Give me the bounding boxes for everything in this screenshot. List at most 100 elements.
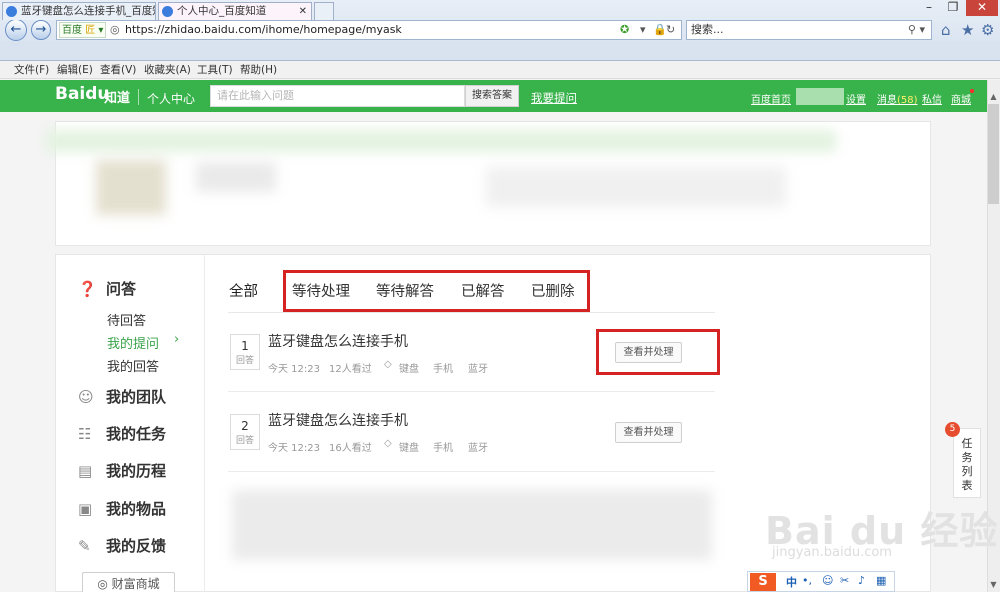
menu-edit[interactable]: 编辑(E) bbox=[57, 61, 93, 79]
skin-icon[interactable]: ✂ bbox=[840, 574, 849, 587]
wealth-mall-label: 财富商城 bbox=[111, 577, 160, 591]
sidebar-item-feedback[interactable]: ✎ 我的反馈 bbox=[78, 535, 166, 556]
address-brand[interactable]: 百度 匠 ▾ bbox=[59, 22, 107, 38]
menu-view[interactable]: 查看(V) bbox=[100, 61, 136, 79]
question-title[interactable]: 蓝牙键盘怎么连接手机 bbox=[268, 410, 408, 430]
baidu-logo[interactable]: Baidu bbox=[55, 84, 110, 104]
question-time: 今天 12:23 bbox=[268, 443, 320, 454]
minimize-button[interactable]: – bbox=[918, 0, 940, 16]
question-icon: ❓ bbox=[78, 280, 97, 298]
question-time: 今天 12:23 bbox=[268, 364, 320, 375]
zhidao-logo[interactable]: 知道 bbox=[104, 87, 130, 106]
question-tag[interactable]: 蓝牙 bbox=[468, 360, 488, 375]
scroll-up-icon[interactable]: ▲ bbox=[987, 90, 1000, 103]
row-divider bbox=[228, 471, 715, 472]
search-icon[interactable]: ⚲ ▾ bbox=[908, 21, 925, 39]
sidebar-item-label: 我的任务 bbox=[106, 425, 167, 443]
answer-count-box: 1 回答 bbox=[230, 334, 260, 370]
new-tab-button[interactable] bbox=[314, 2, 334, 20]
scrollbar-thumb[interactable] bbox=[988, 104, 999, 204]
sidebar-item-my-answers[interactable]: 我的回答 bbox=[107, 356, 159, 375]
profile-stats-blur bbox=[486, 167, 786, 207]
menu-tools[interactable]: 工具(T) bbox=[197, 61, 233, 79]
compat-icon[interactable]: ✪ bbox=[620, 21, 629, 39]
dropdown-icon[interactable]: ▾ bbox=[640, 21, 646, 39]
tab-all[interactable]: 全部 bbox=[229, 280, 258, 301]
sidebar-item-team[interactable]: ☺ 我的团队 bbox=[78, 386, 166, 407]
baidu-home-link[interactable]: 百度首页 bbox=[751, 91, 791, 106]
task-list-label: 任务列表 bbox=[961, 437, 973, 492]
address-bar[interactable]: 百度 匠 ▾ ◎ https://zhidao.baidu.com/ihome/… bbox=[56, 20, 682, 40]
answer-count: 2 bbox=[241, 419, 249, 433]
question-tag[interactable]: 手机 bbox=[433, 439, 453, 454]
question-tag[interactable]: 键盘 bbox=[399, 439, 419, 454]
chevron-right-icon: › bbox=[174, 332, 180, 347]
sogou-logo-icon[interactable]: S bbox=[750, 573, 776, 591]
personal-center-link[interactable]: 个人中心 bbox=[147, 90, 195, 107]
question-tag[interactable]: 手机 bbox=[433, 360, 453, 375]
sidebar-qa-header[interactable]: ❓ 问答 bbox=[78, 278, 136, 299]
maximize-button[interactable]: ❐ bbox=[942, 0, 964, 16]
tabs-underline bbox=[228, 312, 715, 313]
sidebar-item-items[interactable]: ▣ 我的物品 bbox=[78, 498, 166, 519]
ime-toolbar[interactable]: S 中 •, ☺ ✂ ♪ ▦ bbox=[747, 571, 895, 592]
button-highlight-box bbox=[596, 329, 720, 375]
scroll-down-icon[interactable]: ▼ bbox=[987, 578, 1000, 591]
refresh-icon[interactable]: ↻ bbox=[666, 21, 675, 39]
sidebar-item-history[interactable]: ▤ 我的历程 bbox=[78, 460, 166, 481]
browser-search-input[interactable]: 搜索... ⚲ ▾ bbox=[686, 20, 932, 40]
menu-help[interactable]: 帮助(H) bbox=[240, 61, 277, 79]
menu-file[interactable]: 文件(F) bbox=[14, 61, 49, 79]
sidebar-item-pending-answer[interactable]: 待回答 bbox=[107, 310, 146, 329]
sidebar-item-my-questions[interactable]: 我的提问 bbox=[107, 333, 159, 352]
tab-label: 个人中心_百度知道 bbox=[177, 5, 267, 17]
private-message-link[interactable]: 私信 bbox=[922, 91, 942, 106]
forward-button[interactable]: → bbox=[31, 20, 51, 40]
gear-icon[interactable]: ⚙ bbox=[981, 21, 994, 39]
lock-icon[interactable]: 🔒 bbox=[653, 21, 667, 39]
wealth-mall-button[interactable]: ◎ 财富商城 bbox=[82, 572, 175, 592]
punctuation-icon[interactable]: •, bbox=[802, 574, 812, 587]
sidebar-qa-label: 问答 bbox=[106, 280, 137, 298]
view-process-button[interactable]: 查看并处理 bbox=[615, 422, 682, 443]
blurred-question-row bbox=[232, 490, 712, 560]
home-icon[interactable]: ⌂ bbox=[941, 21, 951, 39]
box-icon: ▣ bbox=[78, 500, 93, 518]
sidebar-item-label: 我的团队 bbox=[106, 388, 167, 406]
notification-dot bbox=[970, 89, 974, 93]
question-search-input[interactable]: 请在此输入问题 bbox=[210, 85, 465, 107]
watermark-url: jingyan.baidu.com bbox=[772, 545, 892, 560]
answer-count-label: 回答 bbox=[235, 356, 254, 366]
messages-link[interactable]: 消息(58) bbox=[877, 91, 918, 106]
answer-count-box: 2 回答 bbox=[230, 414, 260, 450]
star-icon[interactable]: ★ bbox=[961, 21, 974, 39]
ask-question-link[interactable]: 我要提问 bbox=[531, 90, 577, 106]
question-title[interactable]: 蓝牙键盘怎么连接手机 bbox=[268, 331, 408, 351]
answer-count: 1 bbox=[241, 339, 249, 353]
search-answer-button[interactable]: 搜索答案 bbox=[465, 85, 519, 107]
ime-mode[interactable]: 中 bbox=[786, 574, 797, 590]
edit-icon: ✎ bbox=[78, 537, 91, 555]
browser-tab-1[interactable]: 蓝牙键盘怎么连接手机_百度知... bbox=[2, 2, 156, 20]
browser-tab-2[interactable]: 个人中心_百度知道 ✕ bbox=[158, 2, 312, 20]
messages-label: 消息 bbox=[877, 95, 897, 106]
tag-icon: ◇ bbox=[384, 359, 392, 370]
question-tag[interactable]: 键盘 bbox=[399, 360, 419, 375]
username-block[interactable] bbox=[796, 88, 844, 105]
coin-icon: ◎ bbox=[97, 577, 108, 591]
menu-favorites[interactable]: 收藏夹(A) bbox=[144, 61, 191, 79]
mall-link[interactable]: 商城 bbox=[951, 91, 971, 106]
question-tag[interactable]: 蓝牙 bbox=[468, 439, 488, 454]
calendar-icon: ▤ bbox=[78, 462, 93, 480]
settings-link[interactable]: 设置 bbox=[846, 91, 866, 106]
header-divider bbox=[138, 89, 139, 105]
tab-close-icon[interactable]: ✕ bbox=[299, 3, 307, 20]
sidebar-item-tasks[interactable]: ☷ 我的任务 bbox=[78, 423, 166, 444]
back-button[interactable]: ← bbox=[5, 19, 27, 41]
task-list-panel[interactable]: 任务列表 bbox=[953, 428, 981, 498]
microphone-icon[interactable]: ♪ bbox=[858, 574, 865, 587]
tag-icon: ◇ bbox=[384, 438, 392, 449]
emoji-icon[interactable]: ☺ bbox=[822, 574, 833, 587]
toolbox-icon[interactable]: ▦ bbox=[876, 574, 886, 587]
close-window-button[interactable]: ✕ bbox=[966, 0, 998, 16]
